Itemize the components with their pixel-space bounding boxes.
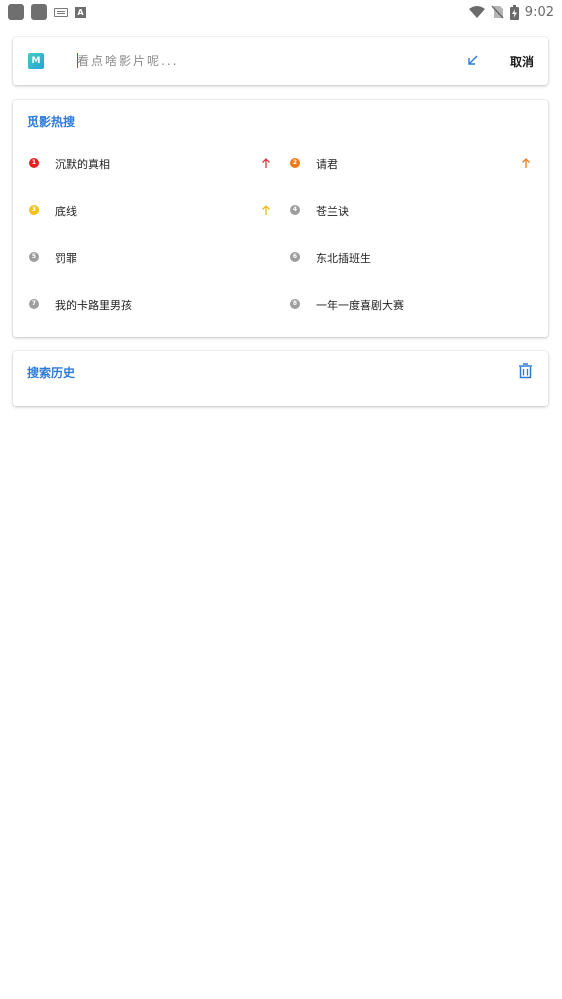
- hot-search-name: 请君: [316, 158, 338, 171]
- trash-icon[interactable]: [518, 363, 533, 379]
- hot-search-item[interactable]: 6 东北插班生: [274, 234, 534, 281]
- hot-search-item[interactable]: 2 请君: [274, 140, 534, 187]
- rank-badge: 8: [290, 299, 300, 309]
- app-icon-2: [31, 4, 47, 20]
- trend-up-icon: [262, 205, 270, 215]
- font-a-icon: A: [75, 6, 86, 18]
- hot-search-title: 觅影热搜: [27, 115, 76, 129]
- hot-search-item[interactable]: 1 沉默的真相: [13, 140, 273, 187]
- status-left-icons: A: [8, 4, 86, 20]
- hot-search-item[interactable]: 8 一年一度喜剧大赛: [274, 281, 534, 328]
- hot-search-item[interactable]: 4 苍兰诀: [274, 187, 534, 234]
- wifi-icon: [468, 5, 485, 18]
- trend-up-icon: [262, 158, 270, 168]
- status-right-icons: 9:02: [468, 4, 554, 20]
- hot-search-name: 罚罪: [55, 252, 77, 265]
- hot-search-name: 我的卡路里男孩: [55, 299, 132, 312]
- search-bar: M 取消: [13, 37, 548, 85]
- rank-badge: 3: [29, 205, 39, 215]
- hot-search-name: 沉默的真相: [55, 158, 110, 171]
- rank-badge: 7: [29, 299, 39, 309]
- hot-search-item[interactable]: 7 我的卡路里男孩: [13, 281, 273, 328]
- hot-search-name: 一年一度喜剧大赛: [316, 299, 404, 312]
- search-history-title: 搜索历史: [27, 366, 76, 380]
- search-history-panel: 搜索历史: [13, 351, 548, 406]
- hot-search-name: 苍兰诀: [316, 205, 349, 218]
- no-sim-icon: [491, 5, 504, 19]
- arrow-down-left-icon[interactable]: [466, 53, 480, 67]
- cancel-button[interactable]: 取消: [510, 51, 534, 71]
- hot-search-item[interactable]: 5 罚罪: [13, 234, 273, 281]
- rank-badge: 5: [29, 252, 39, 262]
- hot-search-panel: 觅影热搜 1 沉默的真相 2 请君 3 底线 4 苍兰诀 5 罚罪 6 东北插班生 7 我的卡路里男孩 8 一…: [13, 100, 548, 337]
- rank-badge: 4: [290, 205, 300, 215]
- hot-search-name: 东北插班生: [316, 252, 371, 265]
- hot-search-name: 底线: [55, 205, 77, 218]
- app-icon-1: [8, 4, 24, 20]
- trend-up-icon: [522, 158, 530, 168]
- status-time: 9:02: [524, 4, 554, 20]
- app-logo-icon: M: [28, 53, 44, 69]
- hot-search-item[interactable]: 3 底线: [13, 187, 273, 234]
- status-bar: A 9:02: [0, 0, 562, 24]
- rank-badge: 6: [290, 252, 300, 262]
- rank-badge: 1: [29, 158, 39, 168]
- battery-charging-icon: [509, 4, 519, 20]
- search-input[interactable]: [77, 49, 437, 73]
- rank-badge: 2: [290, 158, 300, 168]
- keyboard-icon: [54, 7, 68, 17]
